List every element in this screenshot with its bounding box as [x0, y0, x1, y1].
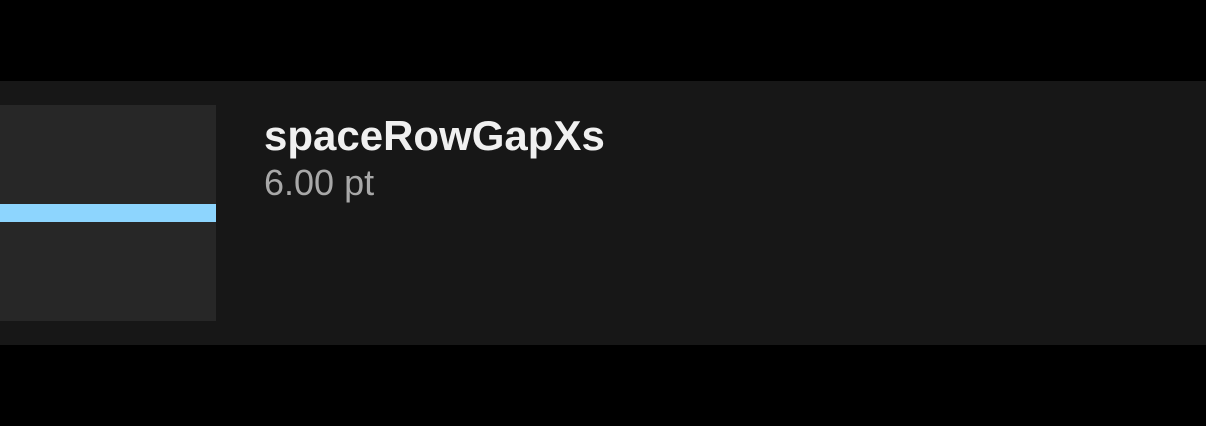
- row-gap-preview: [0, 105, 216, 321]
- token-value: 6.00 pt: [264, 162, 375, 203]
- row-gap-indicator-bar: [0, 204, 216, 222]
- token-name: spaceRowGapXs: [264, 112, 605, 159]
- token-info: spaceRowGapXs 6.00 pt: [264, 111, 605, 205]
- token-row[interactable]: spaceRowGapXs 6.00 pt: [0, 81, 1206, 345]
